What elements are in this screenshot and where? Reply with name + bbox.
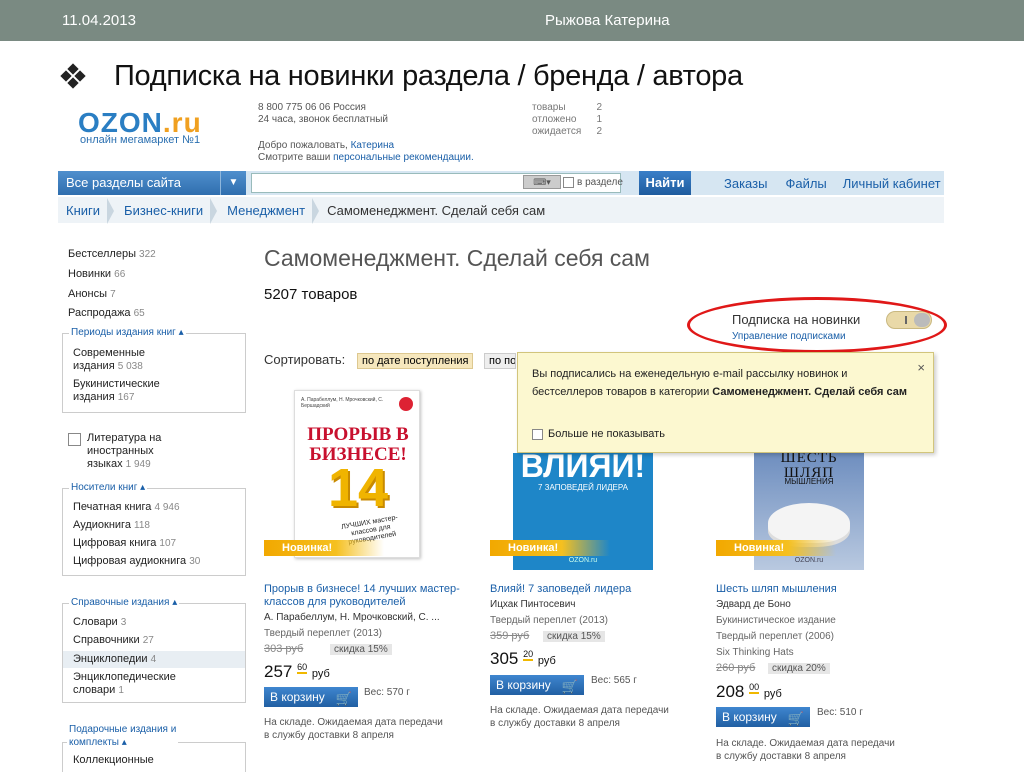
dont-show-checkbox[interactable]: Больше не показывать: [532, 425, 665, 443]
nav-bar: Все разделы сайта ▼ ⌨▾ в разделе Найти З…: [58, 171, 944, 195]
book-weight: Вес: 510 г: [817, 707, 863, 718]
add-to-cart-button[interactable]: В корзину 🛒: [264, 687, 358, 707]
book-edition: Букинистическое издание: [716, 615, 836, 626]
book-price: 257 60 руб: [264, 662, 330, 681]
hat-icon: [768, 503, 850, 543]
old-price: 303 руб: [264, 643, 304, 655]
book-author[interactable]: А. Парабеллум, Н. Мрочковский, С. ...: [264, 611, 440, 624]
media-filter-title[interactable]: Носители книг ▴: [69, 482, 148, 493]
chevron-down-icon[interactable]: ▼: [220, 171, 246, 195]
book-author[interactable]: Ицхак Пинтосевич: [490, 598, 576, 611]
breadcrumb-business-books[interactable]: Бизнес-книги: [116, 197, 218, 224]
book-title-link[interactable]: Влияй! 7 заповедей лидера: [490, 583, 690, 596]
book-price: 208 00 руб: [716, 682, 782, 701]
new-badge: Новинка!: [716, 540, 836, 556]
stock-info: На складе. Ожидаемая дата передачи в служ…: [264, 717, 443, 741]
book-binding: Твердый переплет (2006): [716, 631, 834, 642]
media-digital[interactable]: Цифровая книга 107: [73, 537, 176, 550]
ozon-screenshot: OZON.ru онлайн мегамаркет №1 8 800 775 0…: [0, 0, 1024, 772]
welcome-block: Добро пожаловать, Катерина Смотрите ваши…: [258, 140, 474, 163]
sort-label: Сортировать:: [264, 352, 346, 367]
period-antique[interactable]: Букинистические издания 167: [73, 378, 160, 404]
logo-subtitle: онлайн мегамаркет №1: [80, 134, 201, 146]
cart-icon: 🛒: [561, 679, 578, 694]
checkbox-icon[interactable]: [563, 177, 574, 188]
periods-filter-title[interactable]: Периоды издания книг ▴: [69, 327, 186, 338]
keyboard-icon[interactable]: ⌨▾: [523, 175, 561, 189]
gift-filter-title[interactable]: Подарочные издания и комплекты ▴: [67, 723, 179, 749]
contact-info: 8 800 775 06 06 Россия 24 часа, звонок б…: [258, 102, 389, 125]
book-title-link[interactable]: Шесть шляп мышления: [716, 583, 916, 596]
category-title: Самоменеджмент. Сделай себя сам: [264, 245, 650, 271]
discount-badge: скидка 20%: [768, 663, 830, 674]
breadcrumb: Книги Бизнес-книги Менеджмент Самоменедж…: [58, 197, 944, 224]
old-price: 359 руб: [490, 630, 530, 642]
breadcrumb-books[interactable]: Книги: [58, 197, 115, 224]
media-audio[interactable]: Аудиокнига 118: [73, 519, 150, 532]
sort-by-popularity[interactable]: по популярности: [484, 353, 516, 369]
book-weight: Вес: 570 г: [364, 687, 410, 698]
sidebar-item-announcements[interactable]: Анонсы 7: [68, 288, 116, 300]
book-cover-1[interactable]: А. Парабеллум, Н. Мрочковский, С. Бершад…: [294, 390, 420, 558]
all-sections-dropdown[interactable]: Все разделы сайта ▼: [58, 171, 246, 195]
product-count: 5207 товаров: [264, 286, 358, 303]
media-digital-audio[interactable]: Цифровая аудиокнига 30: [73, 555, 200, 568]
recommendations-link[interactable]: персональные рекомендации.: [333, 152, 474, 163]
ref-encyclopedias[interactable]: Энциклопедии 4: [63, 651, 245, 668]
new-badge: Новинка!: [490, 540, 610, 556]
cart-stats[interactable]: товары 2 отложено 1 ожидается 2: [532, 102, 602, 138]
ref-handbooks[interactable]: Справочники 27: [73, 634, 154, 647]
ref-enc-dictionaries[interactable]: Энциклопедические словари 1: [73, 671, 176, 697]
orders-link[interactable]: Заказы: [724, 176, 767, 191]
publisher-logo-icon: [399, 397, 413, 411]
checkbox-icon[interactable]: [68, 433, 81, 446]
user-link[interactable]: Катерина: [351, 140, 394, 151]
periods-filter: Периоды издания книг ▴ Современные издани…: [62, 327, 246, 413]
popup-message: Вы подписались на еженедельную e-mail ра…: [532, 368, 907, 398]
gift-collectible[interactable]: Коллекционные: [73, 754, 154, 767]
files-link[interactable]: Файлы: [785, 176, 826, 191]
search-button[interactable]: Найти: [639, 171, 691, 195]
book-author[interactable]: Эдвард де Боно: [716, 598, 791, 611]
sort-by-date[interactable]: по дате поступления: [357, 353, 474, 369]
discount-badge: скидка 15%: [330, 644, 392, 655]
sidebar-item-bestsellers[interactable]: Бестселлеры 322: [68, 248, 156, 260]
book-binding: Твердый переплет (2013): [490, 615, 608, 626]
close-icon[interactable]: ×: [917, 359, 925, 377]
book-original-title: Six Thinking Hats: [716, 647, 794, 658]
add-to-cart-button[interactable]: В корзину 🛒: [716, 707, 810, 727]
book-weight: Вес: 565 г: [591, 675, 637, 686]
new-badge: Новинка!: [264, 540, 384, 556]
ref-dictionaries[interactable]: Словари 3: [73, 616, 126, 629]
stock-info: На складе. Ожидаемая дата передачи в служ…: [490, 705, 669, 729]
media-print[interactable]: Печатная книга 4 946: [73, 501, 180, 514]
book-binding: Твердый переплет (2013): [264, 628, 382, 639]
stock-info: На складе. Ожидаемая дата передачи в служ…: [716, 738, 895, 762]
old-price: 260 руб: [716, 662, 756, 674]
foreign-lit-filter[interactable]: Литература на иностранных языках 1 949: [68, 432, 161, 471]
subscription-popup: Вы подписались на еженедельную e-mail ра…: [517, 352, 934, 453]
period-modern[interactable]: Современные издания 5 038: [73, 347, 145, 373]
breadcrumb-current: Самоменеджмент. Сделай себя сам: [327, 202, 546, 218]
book-title-link[interactable]: Прорыв в бизнесе! 14 лучших мастер-класс…: [264, 583, 479, 609]
sidebar-item-sale[interactable]: Распродажа 65: [68, 307, 145, 319]
cart-icon: 🛒: [335, 691, 352, 706]
account-link[interactable]: Личный кабинет: [843, 176, 941, 191]
sidebar-item-new[interactable]: Новинки 66: [68, 268, 125, 280]
reference-filter-title[interactable]: Справочные издания ▴: [69, 597, 180, 608]
in-section-checkbox[interactable]: в разделе: [563, 177, 623, 188]
checkbox-icon[interactable]: [532, 428, 543, 440]
media-filter: Носители книг ▴ Печатная книга 4 946 Ауд…: [62, 482, 246, 576]
cart-icon: 🛒: [787, 711, 804, 726]
discount-badge: скидка 15%: [543, 631, 605, 642]
book-price: 305 20 руб: [490, 649, 556, 668]
top-links: Заказы Файлы Личный кабинет: [724, 176, 941, 191]
breadcrumb-management[interactable]: Менеджмент: [219, 197, 319, 224]
highlight-ellipse: [687, 297, 947, 353]
reference-filter: Справочные издания ▴ Словари 3 Справочни…: [62, 597, 246, 703]
add-to-cart-button[interactable]: В корзину 🛒: [490, 675, 584, 695]
